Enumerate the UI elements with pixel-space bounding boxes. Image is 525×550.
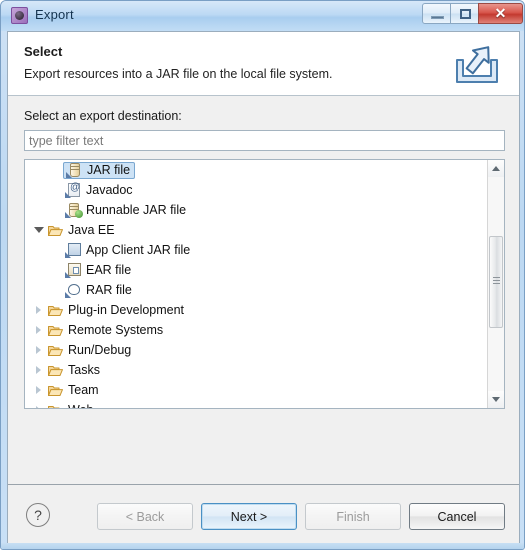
tree-row[interactable]: Remote Systems [25, 320, 486, 340]
folder-open-icon [47, 401, 65, 408]
tree-row[interactable]: Runnable JAR file [25, 200, 486, 220]
twisty-collapsed-icon[interactable] [31, 300, 47, 320]
twisty-collapsed-icon[interactable] [31, 400, 47, 408]
twisty-placeholder [49, 200, 65, 220]
twisty-placeholder [49, 240, 65, 260]
tree-item-label: App Client JAR file [86, 243, 191, 257]
tree-item-label: Team [68, 383, 99, 397]
tree-row-content: RAR file [65, 281, 132, 299]
app-client-jar-icon [65, 241, 83, 259]
tree-row[interactable]: Web [25, 400, 486, 408]
twisty-expanded-icon[interactable] [31, 220, 47, 240]
tree-item-label: Run/Debug [68, 343, 132, 357]
twisty-placeholder [49, 160, 65, 180]
tree-row-content: App Client JAR file [65, 241, 190, 259]
tree-row[interactable]: Java EE [25, 220, 486, 240]
tree-row-content: Team [47, 381, 99, 399]
tree-item-label: EAR file [86, 263, 132, 277]
tree-item-label: Java EE [68, 223, 115, 237]
twisty-placeholder [49, 180, 65, 200]
folder-open-icon [47, 221, 65, 239]
dialog-body: Select Export resources into a JAR file … [7, 31, 520, 545]
export-dialog-window: Export ✕ Select Export resources into a … [0, 0, 525, 550]
tree-row-content: JAR file [63, 161, 136, 179]
close-button[interactable]: ✕ [478, 3, 523, 24]
tree-row-content: Java EE [47, 221, 115, 239]
tree-row[interactable]: Run/Debug [25, 340, 486, 360]
twisty-collapsed-icon[interactable] [31, 320, 47, 340]
window-controls: ✕ [422, 3, 523, 24]
tree-row-content: Web [47, 401, 93, 408]
tree-item-label: Javadoc [86, 183, 133, 197]
folder-open-icon [47, 341, 65, 359]
next-button[interactable]: Next > [201, 503, 297, 530]
rar-file-icon [65, 281, 83, 299]
tree-item-label: Plug-in Development [68, 303, 185, 317]
tree-row[interactable]: Javadoc [25, 180, 486, 200]
finish-button[interactable]: Finish [305, 503, 401, 530]
tree-row[interactable]: Team [25, 380, 486, 400]
wizard-banner: Select Export resources into a JAR file … [8, 32, 519, 96]
tree-row-content: EAR file [65, 261, 131, 279]
tree-row[interactable]: JAR file [25, 160, 486, 180]
button-row: < Back Next > Finish Cancel [97, 503, 505, 530]
tree-row-content: Javadoc [65, 181, 133, 199]
jar-file-icon [66, 161, 84, 179]
export-arrow-tray-icon [456, 46, 498, 83]
title-bar: Export ✕ [1, 1, 524, 31]
tree-item-label: Remote Systems [68, 323, 164, 337]
minimize-button[interactable] [422, 3, 451, 24]
tree-item-label: Tasks [68, 363, 100, 377]
help-button[interactable]: ? [26, 503, 50, 527]
folder-open-icon [47, 321, 65, 339]
window-bottom-edge [1, 543, 524, 549]
tree-item-label: Runnable JAR file [86, 203, 187, 217]
ear-file-icon [65, 261, 83, 279]
tree-item-label: JAR file [87, 163, 131, 177]
twisty-collapsed-icon[interactable] [31, 380, 47, 400]
twisty-placeholder [49, 260, 65, 280]
folder-open-icon [47, 301, 65, 319]
tree-item-label: Web [68, 401, 93, 408]
dialog-content: Select an export destination: JAR file Ja… [8, 96, 519, 545]
tree-row[interactable]: App Client JAR file [25, 240, 486, 260]
destination-label: Select an export destination: [24, 109, 182, 123]
twisty-placeholder [49, 280, 65, 300]
javadoc-icon [65, 181, 83, 199]
page-description: Export resources into a JAR file on the … [24, 67, 333, 81]
cancel-button[interactable]: Cancel [409, 503, 505, 530]
back-button[interactable]: < Back [97, 503, 193, 530]
runnable-jar-icon [65, 201, 83, 219]
tree-vertical-scrollbar[interactable] [487, 160, 504, 408]
scroll-up-icon[interactable] [488, 160, 504, 177]
tree-row-content: Tasks [47, 361, 100, 379]
window-title: Export [35, 7, 74, 22]
tree-row-content: Run/Debug [47, 341, 131, 359]
twisty-collapsed-icon[interactable] [31, 360, 47, 380]
twisty-collapsed-icon[interactable] [31, 340, 47, 360]
tree-row[interactable]: Tasks [25, 360, 486, 380]
tree-row-content: Remote Systems [47, 321, 163, 339]
filter-input[interactable] [24, 130, 505, 151]
tree-list: JAR file Javadoc Runnable JAR file Java EE A… [25, 160, 486, 408]
tree-row[interactable]: RAR file [25, 280, 486, 300]
tree-row[interactable]: Plug-in Development [25, 300, 486, 320]
folder-open-icon [47, 381, 65, 399]
tree-row-content: Runnable JAR file [65, 201, 186, 219]
page-title: Select [24, 44, 63, 59]
scroll-down-icon[interactable] [488, 391, 504, 408]
maximize-button[interactable] [450, 3, 479, 24]
minimize-icon [431, 16, 444, 19]
tree-item-label: RAR file [86, 283, 132, 297]
scrollbar-grip-icon [493, 277, 500, 286]
footer-separator [8, 484, 519, 485]
close-icon: ✕ [494, 5, 507, 21]
export-wizard-icon [11, 7, 28, 24]
tree-row-content: Plug-in Development [47, 301, 184, 319]
restore-icon [460, 9, 471, 19]
folder-open-icon [47, 361, 65, 379]
tree-row[interactable]: EAR file [25, 260, 486, 280]
scrollbar-thumb[interactable] [489, 236, 503, 328]
export-destination-tree[interactable]: JAR file Javadoc Runnable JAR file Java EE A… [24, 159, 505, 409]
